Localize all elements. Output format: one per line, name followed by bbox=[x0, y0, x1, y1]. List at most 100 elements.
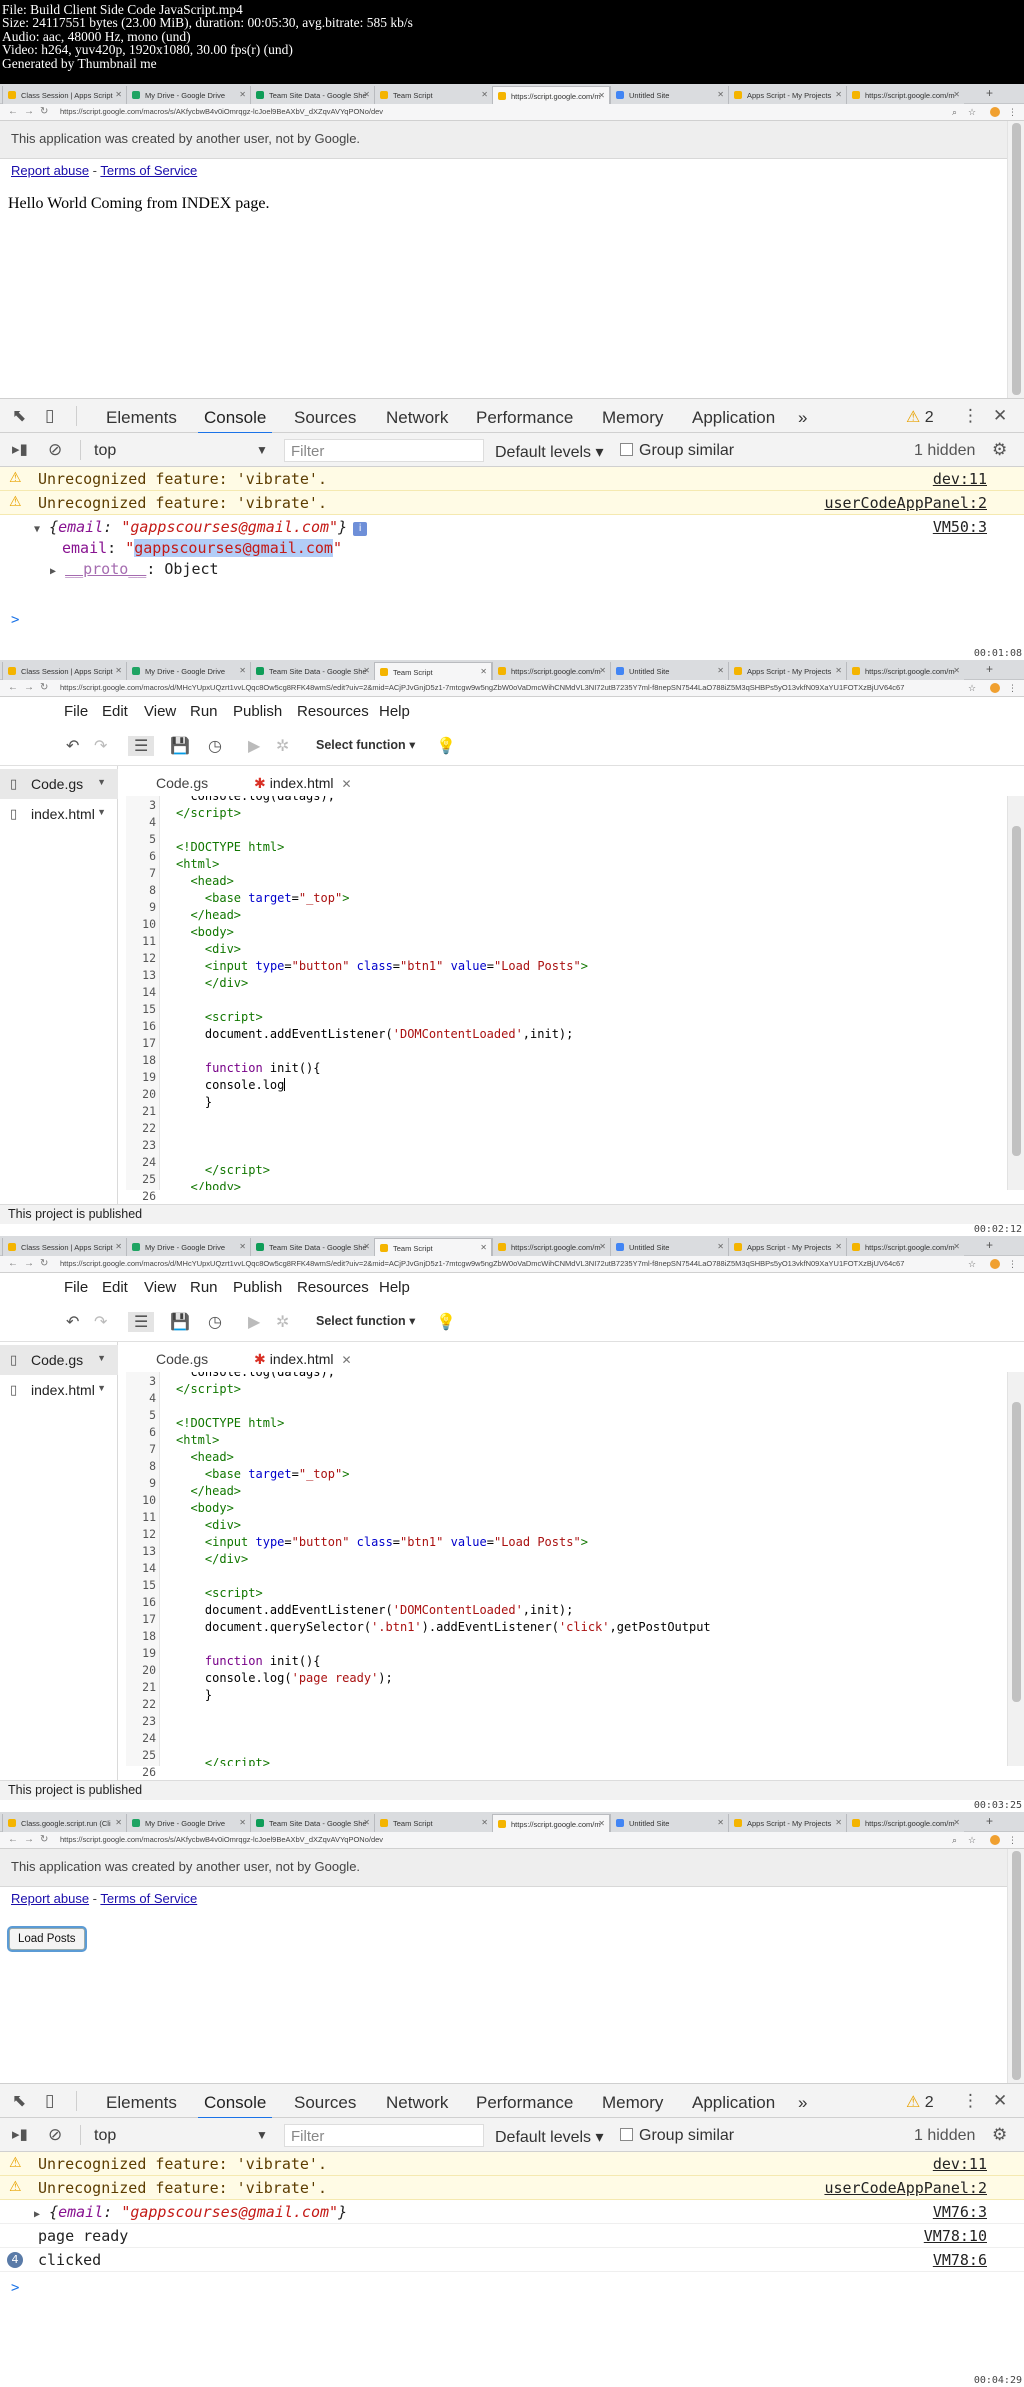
scrollbar-thumb[interactable] bbox=[1012, 1402, 1021, 1702]
triggers-clock-icon[interactable]: ◷ bbox=[208, 736, 222, 756]
select-function-dropdown[interactable]: Select function ▾ bbox=[316, 737, 415, 752]
object-prototype[interactable]: ▶ __proto__: Object bbox=[34, 560, 1024, 581]
page-scrollbar[interactable] bbox=[1007, 1849, 1024, 2083]
expand-triangle-icon[interactable]: ▶ bbox=[50, 566, 56, 577]
checkbox[interactable] bbox=[620, 2128, 633, 2141]
reload-icon[interactable]: ↻ bbox=[40, 1258, 48, 1269]
url-input[interactable]: https://script.google.com/macros/d/MHcYU… bbox=[60, 683, 940, 692]
zoom-icon[interactable]: ⌕ bbox=[952, 1835, 957, 1846]
kebab-menu-icon[interactable]: ⋮ bbox=[962, 2091, 979, 2111]
file-index-html[interactable]: ▯ index.html ▼ bbox=[0, 799, 118, 829]
menu-publish[interactable]: Publish bbox=[233, 703, 282, 720]
tab-elements[interactable]: Elements bbox=[106, 2093, 177, 2113]
menu-resources[interactable]: Resources bbox=[297, 703, 369, 720]
close-icon[interactable]: ✕ bbox=[993, 406, 1007, 426]
menu-view[interactable]: View bbox=[144, 703, 176, 720]
back-icon[interactable]: ← bbox=[8, 106, 18, 117]
new-tab-icon[interactable]: + bbox=[986, 662, 993, 676]
device-toolbar-icon[interactable]: ▯ bbox=[45, 2091, 54, 2111]
browser-tab[interactable]: https://script.google.com/m ✕ bbox=[846, 1238, 964, 1256]
close-icon[interactable]: ✕ bbox=[239, 1818, 246, 1827]
group-similar-checkbox[interactable]: Group similar bbox=[620, 442, 734, 460]
browser-tab[interactable]: Untitled Site ✕ bbox=[610, 86, 728, 104]
url-input[interactable]: https://script.google.com/macros/s/AKfyc… bbox=[60, 1835, 940, 1844]
close-icon[interactable]: ✕ bbox=[953, 1242, 960, 1251]
browser-tab[interactable]: My Drive - Google Drive ✕ bbox=[126, 662, 250, 680]
tab-console[interactable]: Console bbox=[197, 2093, 273, 2119]
source-link[interactable]: dev:11 bbox=[933, 2155, 987, 2173]
undo-icon[interactable]: ↶ bbox=[66, 736, 79, 756]
more-tabs-icon[interactable]: » bbox=[798, 2093, 807, 2113]
close-icon[interactable]: ✕ bbox=[342, 1353, 352, 1367]
close-icon[interactable]: ✕ bbox=[953, 90, 960, 99]
triggers-clock-icon[interactable]: ◷ bbox=[208, 1312, 222, 1332]
browser-tab[interactable]: Class Session | Apps Script ✕ bbox=[2, 86, 126, 104]
browser-tab[interactable]: Class Session | Apps Script ✕ bbox=[2, 662, 126, 680]
close-icon[interactable]: ✕ bbox=[953, 666, 960, 675]
tab-sources[interactable]: Sources bbox=[294, 408, 356, 428]
context-selector[interactable]: top bbox=[94, 2127, 116, 2145]
inspect-element-icon[interactable]: ⬉ bbox=[12, 2091, 26, 2111]
menu-view[interactable]: View bbox=[144, 1279, 176, 1296]
console-object-entry[interactable]: ▶ {email: "gappscourses@gmail.com"} VM76:… bbox=[0, 2200, 1024, 2224]
menu-file[interactable]: File bbox=[64, 1279, 88, 1296]
close-icon[interactable]: ✕ bbox=[115, 666, 122, 675]
redo-icon[interactable]: ↷ bbox=[94, 736, 107, 756]
new-tab-icon[interactable]: + bbox=[986, 1238, 993, 1252]
warning-count-badge[interactable]: ⚠ 2 bbox=[906, 407, 934, 427]
close-icon[interactable]: ✕ bbox=[598, 1819, 605, 1828]
close-icon[interactable]: ✕ bbox=[717, 666, 724, 675]
expand-triangle-icon[interactable]: ▼ bbox=[34, 524, 40, 535]
undo-icon[interactable]: ↶ bbox=[66, 1312, 79, 1332]
lightbulb-icon[interactable]: 💡 bbox=[436, 736, 456, 756]
scrollbar-thumb[interactable] bbox=[1012, 1851, 1021, 2080]
close-icon[interactable]: ✕ bbox=[835, 1818, 842, 1827]
code-editor[interactable]: console.log(datags); </script> <!DOCTYPE… bbox=[168, 1372, 1002, 1766]
terms-of-service-link[interactable]: Terms of Service bbox=[100, 1891, 197, 1906]
reload-icon[interactable]: ↻ bbox=[40, 106, 48, 117]
reload-icon[interactable]: ↻ bbox=[40, 682, 48, 693]
browser-tab[interactable]: Class.google.script.run (Cli ✕ bbox=[2, 1814, 126, 1832]
menu-file[interactable]: File bbox=[64, 703, 88, 720]
browser-tab[interactable]: My Drive - Google Drive ✕ bbox=[126, 86, 250, 104]
profile-avatar[interactable] bbox=[990, 107, 1000, 117]
menu-help[interactable]: Help bbox=[379, 1279, 410, 1296]
close-icon[interactable]: ✕ bbox=[993, 2091, 1007, 2111]
expand-triangle-icon[interactable]: ▶ bbox=[34, 2209, 40, 2220]
tab-memory[interactable]: Memory bbox=[602, 408, 663, 428]
source-link[interactable]: VM78:6 bbox=[933, 2251, 987, 2269]
menu-edit[interactable]: Edit bbox=[102, 1279, 128, 1296]
code-editor[interactable]: console.log(datags); </script> <!DOCTYPE… bbox=[168, 796, 1002, 1190]
caret-down-icon[interactable]: ▼ bbox=[97, 1383, 106, 1393]
show-sidebar-icon[interactable]: ▸▮ bbox=[12, 440, 28, 458]
group-similar-checkbox[interactable]: Group similar bbox=[620, 2127, 734, 2145]
close-icon[interactable]: ✕ bbox=[239, 1242, 246, 1251]
tab-code-gs[interactable]: Code.gs bbox=[156, 770, 218, 796]
kebab-menu-icon[interactable]: ⋮ bbox=[962, 406, 979, 426]
close-icon[interactable]: ✕ bbox=[115, 90, 122, 99]
close-icon[interactable]: ✕ bbox=[480, 667, 487, 676]
inspect-element-icon[interactable]: ⬉ bbox=[12, 406, 26, 426]
source-link[interactable]: VM76:3 bbox=[933, 2203, 987, 2221]
tab-application[interactable]: Application bbox=[692, 2093, 775, 2113]
close-icon[interactable]: ✕ bbox=[835, 666, 842, 675]
menu-help[interactable]: Help bbox=[379, 703, 410, 720]
url-input[interactable]: https://script.google.com/macros/d/MHcYU… bbox=[60, 1259, 940, 1268]
new-tab-icon[interactable]: + bbox=[986, 1814, 993, 1828]
new-tab-icon[interactable]: + bbox=[986, 86, 993, 100]
file-code-gs[interactable]: ▯ Code.gs ▼ bbox=[0, 769, 118, 799]
close-icon[interactable]: ✕ bbox=[363, 1818, 370, 1827]
object-summary[interactable]: ▼ {email: "gappscourses@gmail.com"} i bbox=[34, 518, 1024, 539]
menu-run[interactable]: Run bbox=[190, 703, 218, 720]
editor-scrollbar[interactable] bbox=[1007, 1372, 1024, 1766]
browser-tab[interactable]: https://script.google.com/m ✕ bbox=[846, 662, 964, 680]
browser-tab[interactable]: Team Site Data - Google She ✕ bbox=[250, 1814, 374, 1832]
show-sidebar-icon[interactable]: ▸▮ bbox=[12, 2125, 28, 2143]
browser-tab[interactable]: Team Site Data - Google She ✕ bbox=[250, 662, 374, 680]
warning-count-badge[interactable]: ⚠ 2 bbox=[906, 2092, 934, 2112]
browser-tab[interactable]: https://script.google.com/m ✕ bbox=[846, 86, 964, 104]
scrollbar-thumb[interactable] bbox=[1012, 123, 1021, 395]
menu-resources[interactable]: Resources bbox=[297, 1279, 369, 1296]
debug-icon[interactable]: ✲ bbox=[276, 1312, 289, 1332]
browser-tab[interactable]: Team Script ✕ bbox=[374, 1814, 492, 1832]
